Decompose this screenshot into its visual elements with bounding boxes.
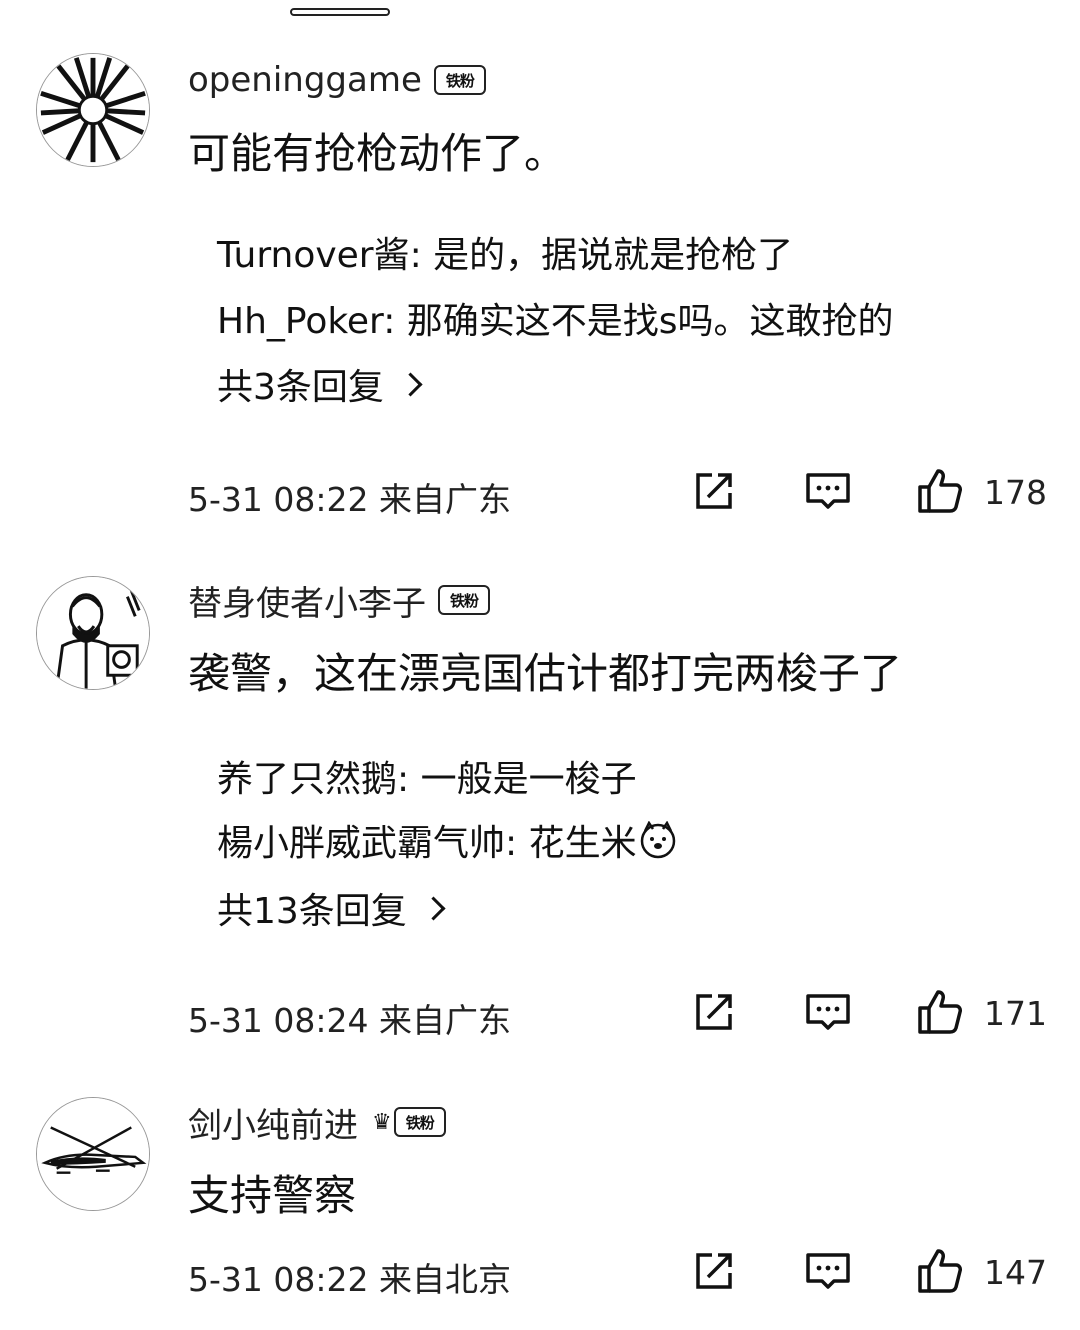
avatar-image: [37, 54, 149, 166]
username-row: 替身使者小李子 铁粉: [188, 576, 490, 625]
avatar[interactable]: [36, 576, 150, 690]
comment-icon[interactable]: [804, 1247, 852, 1295]
timestamp-location: 5-31 08:24 来自广东: [188, 1001, 511, 1040]
username[interactable]: 剑小纯前进: [188, 1098, 358, 1147]
timestamp-location: 5-31 08:22 来自广东: [188, 480, 511, 519]
reply-item[interactable]: Turnover酱: 是的，据说就是抢枪了: [217, 226, 793, 278]
avatar[interactable]: [36, 1097, 150, 1211]
username[interactable]: 替身使者小李子: [188, 576, 426, 625]
avatar[interactable]: [36, 53, 150, 167]
sheet-drag-handle[interactable]: [290, 8, 390, 16]
username-row: 剑小纯前进 ♛ 铁粉: [188, 1098, 446, 1147]
comment-meta-row: 5-31 08:24 来自广东 171: [188, 988, 1048, 1040]
reply-item[interactable]: Hh_Poker: 那确实这不是找s吗。这敢抢的: [217, 292, 894, 344]
chevron-right-icon: [421, 895, 446, 921]
more-replies-link[interactable]: 共3条回复: [217, 358, 423, 410]
thumbs-up-icon[interactable]: [916, 467, 964, 515]
chevron-right-icon: [398, 371, 423, 397]
username-row: openinggame 铁粉: [188, 58, 486, 102]
share-icon[interactable]: [690, 467, 738, 515]
reply-text: 楊小胖威武霸气帅: 花生米: [217, 823, 637, 864]
reply-item[interactable]: 楊小胖威武霸气帅: 花生米: [217, 814, 677, 866]
timestamp-location: 5-31 08:22 来自北京: [188, 1260, 511, 1299]
thumbs-up-icon[interactable]: [916, 988, 964, 1036]
more-replies-label: 共3条回复: [217, 367, 384, 408]
avatar-image: [37, 1098, 149, 1210]
comment-icon[interactable]: [804, 467, 852, 515]
share-icon[interactable]: [690, 1247, 738, 1295]
thumbs-up-icon[interactable]: [916, 1247, 964, 1295]
like-count: 171: [984, 994, 1047, 1033]
fan-badge[interactable]: 铁粉: [393, 1107, 446, 1137]
like-count: 147: [984, 1253, 1047, 1292]
comment-text: 袭警，这在漂亮国估计都打完两梭子了: [188, 649, 903, 698]
more-replies-link[interactable]: 共13条回复: [217, 882, 446, 934]
comment-text: 可能有抢枪动作了。: [188, 129, 567, 178]
crown-badge-icon: ♛: [372, 1109, 392, 1135]
avatar-image: [37, 577, 149, 689]
share-icon[interactable]: [690, 988, 738, 1036]
username[interactable]: openinggame: [188, 60, 422, 100]
doge-emoji-icon: [639, 820, 677, 859]
comment-icon[interactable]: [804, 988, 852, 1036]
comment-text: 支持警察: [188, 1171, 357, 1220]
fan-badge[interactable]: 铁粉: [438, 585, 490, 615]
fan-badge[interactable]: 铁粉: [433, 65, 486, 95]
comment-meta-row: 5-31 08:22 来自北京 147: [188, 1247, 1048, 1299]
more-replies-label: 共13条回复: [217, 891, 407, 932]
like-count: 178: [984, 473, 1047, 512]
reply-item[interactable]: 养了只然鹅: 一般是一梭子: [217, 750, 637, 802]
comment-meta-row: 5-31 08:22 来自广东 178: [188, 467, 1048, 519]
